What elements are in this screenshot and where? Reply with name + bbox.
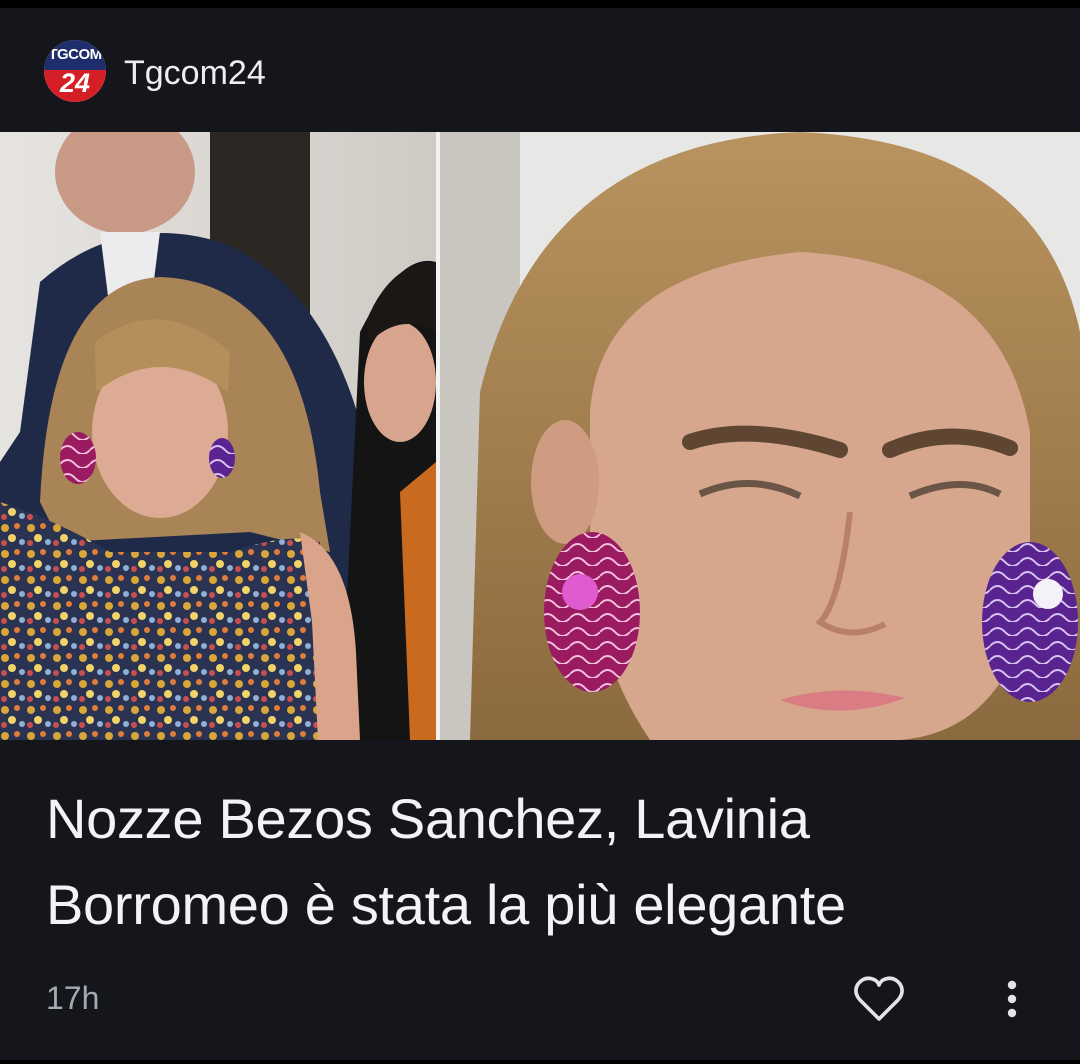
left-photo (0, 132, 436, 740)
source-logo[interactable]: TGCOM 24 (44, 40, 106, 102)
right-photo (440, 132, 1080, 740)
article-image[interactable] (0, 132, 1080, 740)
news-card[interactable]: TGCOM 24 Tgcom24 Nozze Bezos Sanchez, La… (0, 8, 1080, 1060)
logo-bottom-text: 24 (59, 68, 91, 98)
logo-top-text: TGCOM (48, 46, 102, 63)
article-photo-collage (0, 132, 1080, 740)
article-headline[interactable]: Nozze Bezos Sanchez, Lavinia Borromeo è … (46, 776, 1036, 948)
article-time: 17h (46, 980, 100, 1016)
card-header: TGCOM 24 Tgcom24 (0, 8, 1080, 132)
more-vertical-icon[interactable] (994, 976, 1030, 1022)
heart-icon[interactable] (852, 974, 906, 1024)
source-name[interactable]: Tgcom24 (124, 54, 266, 93)
